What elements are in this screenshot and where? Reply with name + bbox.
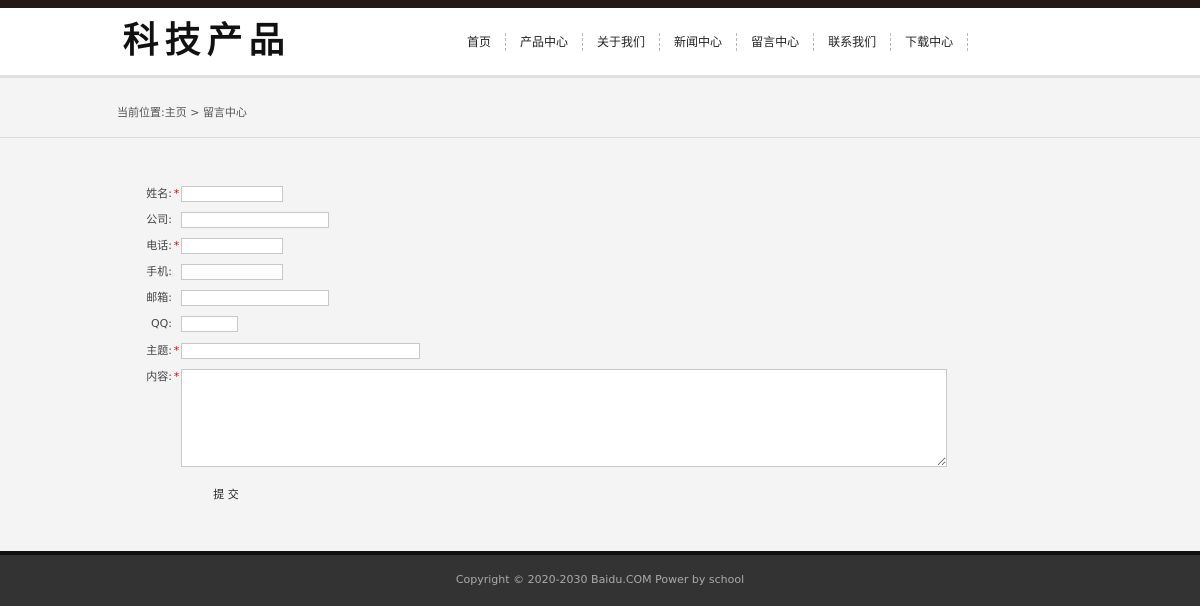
breadcrumb: 当前位置:主页 > 留言中心 <box>117 104 247 120</box>
form-row-name: 姓名: * <box>0 186 283 202</box>
content-required-mark: * <box>173 370 180 383</box>
main-nav: 首页 产品中心 关于我们 新闻中心 留言中心 联系我们 下载中心 <box>453 33 969 51</box>
mobile-label: 手机: <box>146 265 172 278</box>
subject-required-mark: * <box>173 344 180 357</box>
nav-item-products[interactable]: 产品中心 <box>506 33 584 51</box>
form-row-content: 内容: * <box>0 369 947 467</box>
email-input[interactable] <box>181 290 329 306</box>
breadcrumb-prefix: 当前位置: <box>117 106 165 119</box>
content-label: 内容: <box>146 370 172 383</box>
nav-item-contact[interactable]: 联系我们 <box>814 33 892 51</box>
form-row-mobile: 手机: <box>0 264 283 280</box>
breadcrumb-home-link[interactable]: 主页 <box>165 106 187 119</box>
form-row-company: 公司: <box>0 212 329 228</box>
footer: Copyright © 2020-2030 Baidu.COM Power by… <box>0 551 1200 606</box>
phone-required-mark: * <box>173 239 180 252</box>
name-required-mark: * <box>173 187 180 200</box>
mobile-input[interactable] <box>181 264 283 280</box>
subject-input[interactable] <box>181 343 420 359</box>
breadcrumb-current[interactable]: 留言中心 <box>203 106 247 119</box>
phone-input[interactable] <box>181 238 283 254</box>
qq-label: QQ: <box>150 317 172 330</box>
breadcrumb-bar: 当前位置:主页 > 留言中心 <box>0 78 1200 138</box>
company-label: 公司: <box>146 213 172 226</box>
nav-item-home[interactable]: 首页 <box>453 33 507 51</box>
company-input[interactable] <box>181 212 329 228</box>
message-form-area: 姓名: * 公司: 电话: * 手机: 邮箱: QQ: 主题: * 内容: * … <box>0 138 1200 551</box>
top-bar <box>0 0 1200 8</box>
subject-label: 主题: <box>146 344 172 357</box>
nav-item-about[interactable]: 关于我们 <box>583 33 661 51</box>
header: 科技产品 首页 产品中心 关于我们 新闻中心 留言中心 联系我们 下载中心 <box>0 8 1200 78</box>
content-textarea[interactable] <box>181 369 947 467</box>
site-logo[interactable]: 科技产品 <box>123 19 291 63</box>
nav-item-downloads[interactable]: 下载中心 <box>891 33 969 51</box>
form-row-qq: QQ: <box>0 316 238 332</box>
breadcrumb-separator: > <box>186 106 203 119</box>
form-row-phone: 电话: * <box>0 238 283 254</box>
phone-label: 电话: <box>146 239 172 252</box>
submit-button[interactable]: 提 交 <box>208 485 244 503</box>
nav-item-messages[interactable]: 留言中心 <box>737 33 815 51</box>
email-label: 邮箱: <box>146 291 172 304</box>
qq-input[interactable] <box>181 316 238 332</box>
copyright-text: Copyright © 2020-2030 Baidu.COM Power by… <box>455 573 745 586</box>
name-label: 姓名: <box>146 187 172 200</box>
name-input[interactable] <box>181 186 283 202</box>
nav-item-news[interactable]: 新闻中心 <box>660 33 738 51</box>
form-row-subject: 主题: * <box>0 343 420 359</box>
form-row-email: 邮箱: <box>0 290 329 306</box>
